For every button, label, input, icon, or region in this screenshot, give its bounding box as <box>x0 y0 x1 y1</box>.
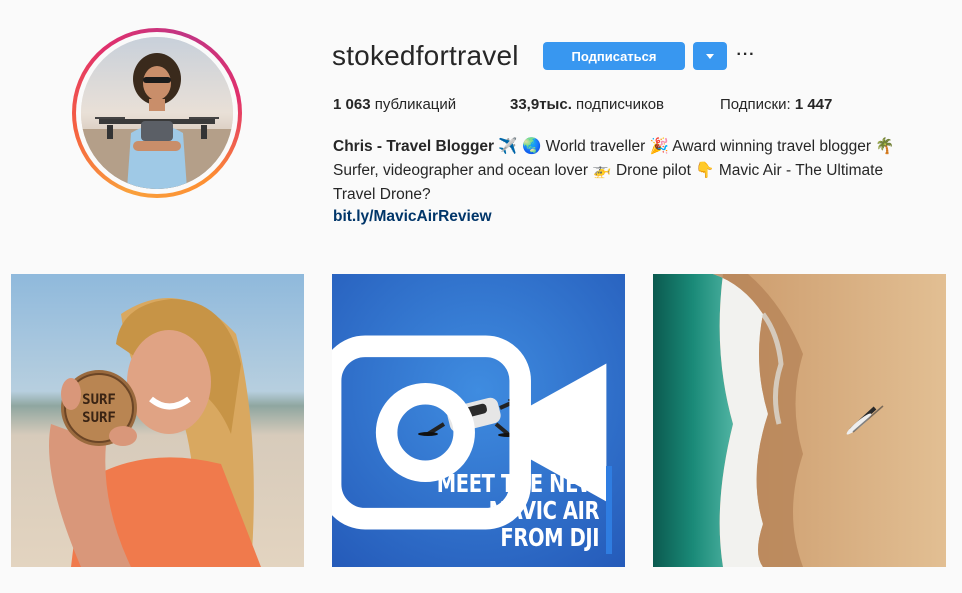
bio-line-1: Chris - Travel Blogger ✈️ 🌏 World travel… <box>333 135 943 159</box>
more-options-icon: ··· <box>736 46 756 63</box>
followers-stat[interactable]: 33,9тыс. подписчиков <box>510 96 664 113</box>
overlay-line-2: MAVIC AIR <box>488 496 600 525</box>
posts-count-stat: 1 063 публикаций <box>333 96 456 113</box>
profile-full-name: Chris - Travel Blogger <box>333 138 495 155</box>
following-count: 1 447 <box>794 96 833 113</box>
disc-engraving: SURF <box>82 392 116 408</box>
avatar[interactable] <box>81 37 233 189</box>
posts-count: 1 063 <box>333 96 371 113</box>
profile-username: stokedfortravel <box>332 40 519 71</box>
posts-label: публикаций <box>370 96 457 113</box>
post-thumbnail-2[interactable]: MEET THE NEW MAVIC AIR FROM DJI <box>332 274 625 567</box>
avatar-border <box>76 32 238 194</box>
overlay-line-3: FROM DJI <box>500 523 599 552</box>
bio-line-2: Surfer, videographer and ocean lover 🚁 D… <box>333 162 884 179</box>
followers-label: подписчиков <box>571 96 664 113</box>
chevron-down-icon <box>706 53 714 59</box>
post-1-image: SURF SURF <box>11 274 304 567</box>
post-thumbnail-3[interactable] <box>653 274 946 567</box>
svg-text:SURF: SURF <box>82 410 116 426</box>
bio-line-1-text: ✈️ 🌏 World traveller 🎉 Award winning tra… <box>494 138 895 155</box>
post-3-image <box>653 274 946 567</box>
bio-website-link[interactable]: bit.ly/MavicAirReview <box>333 208 492 226</box>
suggestions-dropdown-button[interactable] <box>693 42 727 70</box>
more-options-button[interactable]: ··· <box>737 44 755 66</box>
bio-line-3: Travel Drone? <box>333 186 431 203</box>
avatar-photo <box>81 37 233 189</box>
overlay-accent-bar <box>606 466 612 554</box>
profile-avatar-ring[interactable] <box>72 28 242 198</box>
video-overlay-text: MEET THE NEW MAVIC AIR FROM DJI <box>436 469 600 552</box>
following-label: Подписки: <box>720 96 795 113</box>
followers-count: 33,9тыс. <box>510 96 572 113</box>
post-thumbnail-1[interactable]: SURF SURF <box>11 274 304 567</box>
profile-bio: Chris - Travel Blogger ✈️ 🌏 World travel… <box>333 135 943 207</box>
follow-button[interactable]: Подписаться <box>543 42 685 70</box>
overlay-line-1: MEET THE NEW <box>436 469 600 498</box>
following-stat[interactable]: Подписки: 1 447 <box>720 96 832 113</box>
